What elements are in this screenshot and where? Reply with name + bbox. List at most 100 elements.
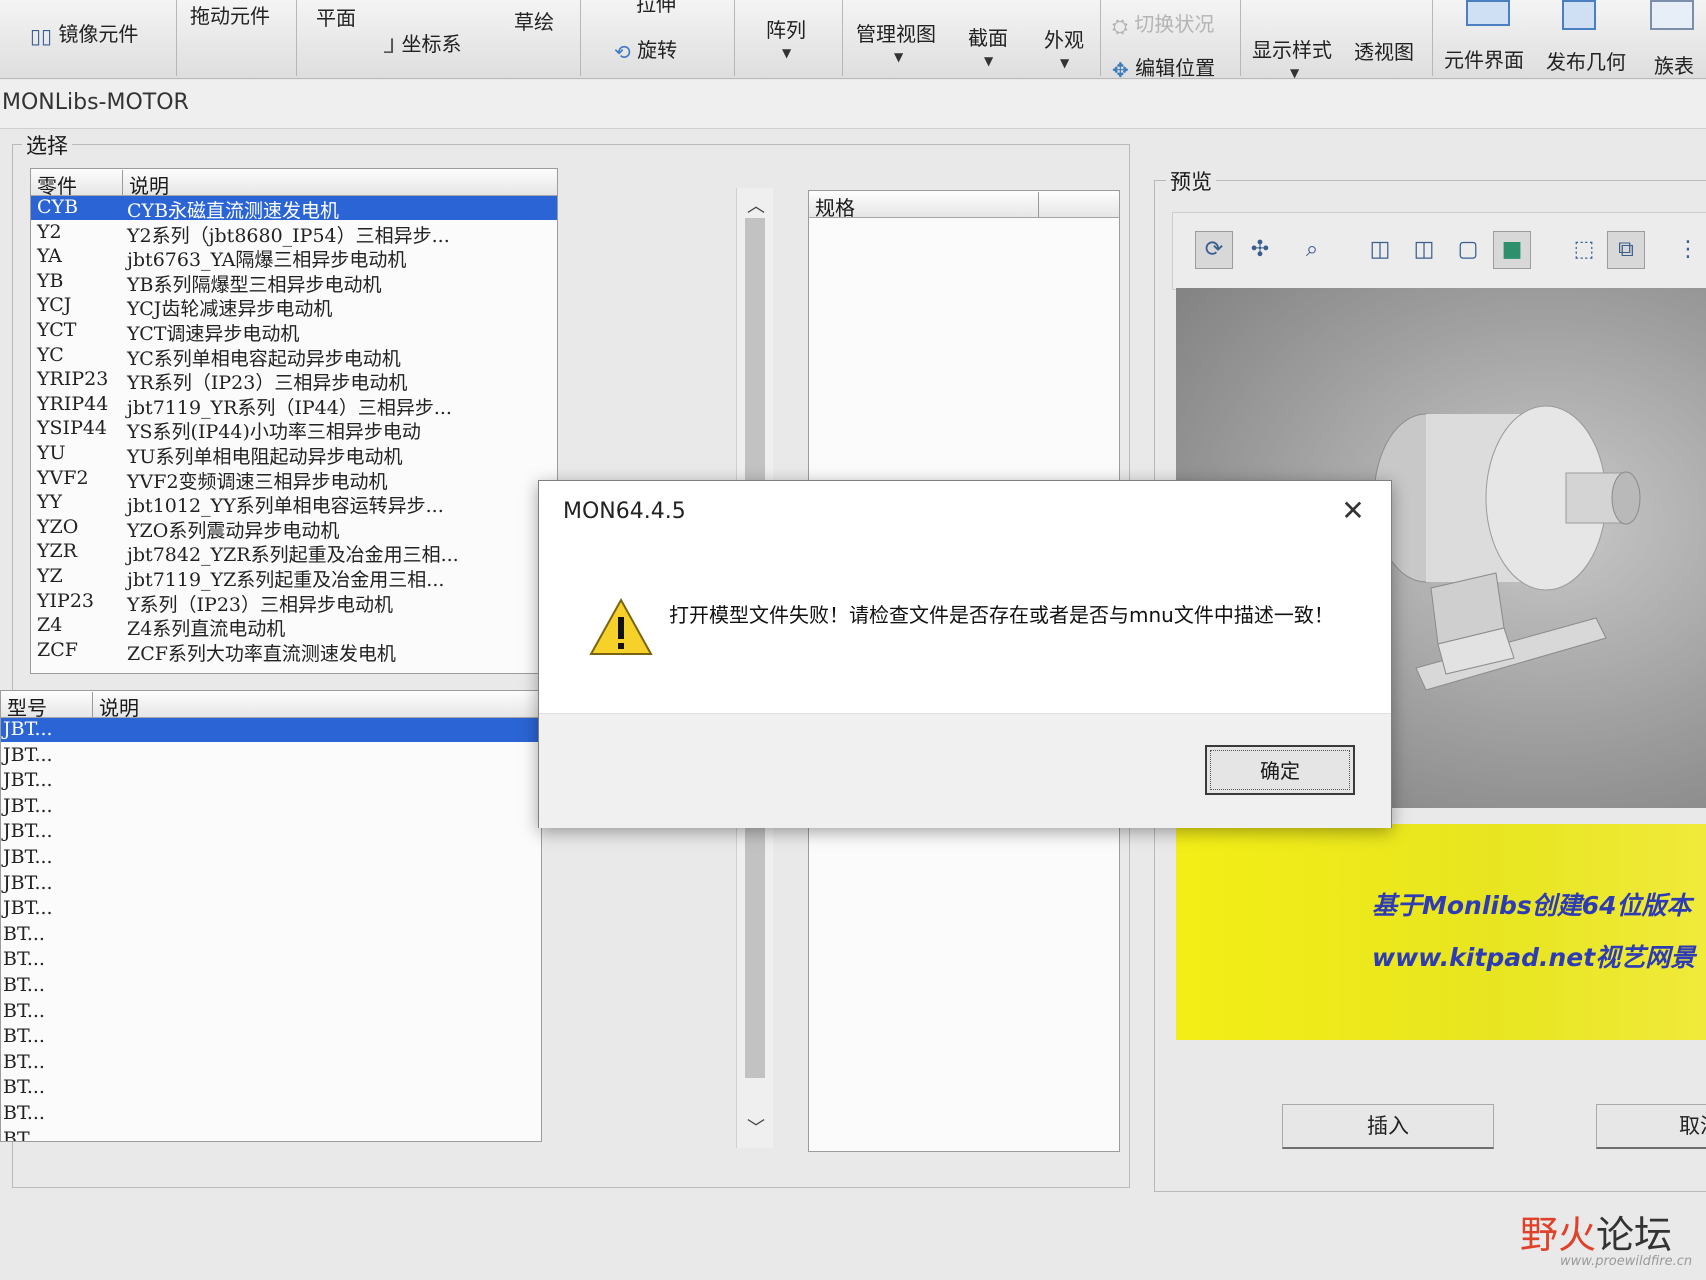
banner-line-1: 基于Monlibs创建64位版本 xyxy=(1372,891,1692,920)
manage-views-button[interactable]: 管理视图 xyxy=(856,18,936,47)
sketch-button[interactable]: 草绘 xyxy=(514,6,554,35)
part-row[interactable]: YZR jbt7842_YZR系列起重及冶金用三相... xyxy=(31,540,557,566)
part-row[interactable]: YC YC系列单相电容起动异步电动机 xyxy=(31,344,557,370)
perspective-button[interactable]: 透视图 xyxy=(1354,36,1414,65)
revolve-button[interactable]: ⟲ 旋转 xyxy=(614,34,677,64)
pattern-dropdown-icon[interactable]: ▼ xyxy=(782,46,791,60)
part-row[interactable]: YZO YZO系列震动异步电动机 xyxy=(31,516,557,542)
plane-button[interactable]: 平面 xyxy=(316,2,356,31)
hidden-line-view-icon[interactable]: ◫ xyxy=(1405,231,1443,269)
zoom-window-icon[interactable]: ⌕ xyxy=(1293,231,1331,269)
mirror-element-button[interactable]: ▯▯ 镜像元件 xyxy=(30,18,138,48)
part-row[interactable]: YZ jbt7119_YZ系列起重及冶金用三相... xyxy=(31,565,557,591)
more-tools-icon[interactable]: ⋮ xyxy=(1669,231,1706,269)
ad-banner[interactable]: 基于Monlibs创建64位版本 www.kitpad.net视艺网景 xyxy=(1176,824,1706,1040)
models-list[interactable]: 型号 说明 JBT... JBT... JBT... JBT... JBT... JBT.… xyxy=(0,690,542,1142)
model-row[interactable]: BT... xyxy=(1,923,541,947)
column-header-description[interactable]: 说明 xyxy=(93,692,541,720)
part-row[interactable]: YY jbt1012_YY系列单相电容运转异步... xyxy=(31,491,557,518)
edit-position-button[interactable]: ✥ 编辑位置 xyxy=(1112,52,1215,82)
forum-logo-watermark: 野火论坛 xyxy=(1520,1204,1672,1259)
model-code: JBT... xyxy=(3,897,53,920)
model-row[interactable]: BT... xyxy=(1,1051,541,1075)
part-row[interactable]: YVF2 YVF2变频调速三相异步电动机 xyxy=(31,467,557,493)
select-group-label: 选择 xyxy=(22,130,72,160)
section-button[interactable]: 截面 xyxy=(968,22,1008,51)
part-row[interactable]: YB YB系列隔爆型三相异步电动机 xyxy=(31,270,557,296)
part-description: YC系列单相电容起动异步电动机 xyxy=(127,347,401,370)
part-row[interactable]: YRIP44 jbt7119_YR系列（IP44）三相异步... xyxy=(31,392,557,419)
refit-view-icon[interactable]: ⧉ xyxy=(1607,231,1645,269)
display-style-button[interactable]: 显示样式 xyxy=(1252,34,1332,63)
parts-list[interactable]: 零件 说明 CYB CYB永磁直流测速发电机 Y2 Y2系列（jbt8680_IP54… xyxy=(30,168,558,674)
drag-element-button[interactable]: 拖动元件 xyxy=(190,0,270,29)
column-header-part[interactable]: 零件 xyxy=(31,170,123,198)
part-row[interactable]: YRIP23 YR系列（IP23）三相异步电动机 xyxy=(31,368,557,394)
column-header-spec[interactable]: 规格 xyxy=(809,192,1039,220)
section-dropdown-icon[interactable]: ▼ xyxy=(984,54,993,68)
part-code: Y2 xyxy=(37,220,62,243)
column-header-model[interactable]: 型号 xyxy=(1,692,93,720)
extrude-button[interactable]: 拉伸 xyxy=(636,0,676,17)
shaded-view-icon[interactable]: ■ xyxy=(1493,231,1531,269)
part-row[interactable]: YCT YCT调速异步电动机 xyxy=(31,319,557,345)
publish-geometry-button[interactable]: 发布几何 xyxy=(1546,46,1626,75)
pattern-button[interactable]: 阵列 xyxy=(766,14,806,43)
model-code: JBT... xyxy=(3,871,53,894)
model-row[interactable]: JBT... xyxy=(1,769,541,793)
part-row[interactable]: Z4 Z4系列直流电动机 xyxy=(31,614,557,640)
part-description: YU系列单相电阻起动异步电动机 xyxy=(127,446,403,468)
appearance-button[interactable]: 外观 xyxy=(1044,24,1084,53)
model-row[interactable]: JBT... xyxy=(1,897,541,921)
switch-state-icon: ⛭ xyxy=(1112,13,1128,38)
model-row[interactable]: JBT... xyxy=(1,718,541,742)
coordinate-system-button[interactable]: ⅃ 坐标系 xyxy=(384,28,462,58)
model-row[interactable]: JBT... xyxy=(1,846,541,870)
standard-orientation-icon[interactable]: ⬚ xyxy=(1565,231,1603,269)
model-code: BT... xyxy=(3,1050,45,1073)
part-code: YZ xyxy=(37,565,63,587)
element-interface-button[interactable]: 元件界面 xyxy=(1444,44,1524,73)
part-code: YZR xyxy=(37,540,78,563)
manage-views-dropdown-icon[interactable]: ▼ xyxy=(894,50,903,64)
part-row[interactable]: YIP23 Y系列（IP23）三相异步电动机 xyxy=(31,590,557,616)
model-row[interactable]: BT... xyxy=(1,1128,541,1141)
scroll-up-icon[interactable]: ︿ xyxy=(747,192,765,218)
switch-state-button[interactable]: ⛭ 切换状况 xyxy=(1112,8,1214,38)
scroll-down-icon[interactable]: ﹀ xyxy=(747,1114,765,1140)
part-row[interactable]: YA jbt6763_YA隔爆三相异步电动机 xyxy=(31,245,557,271)
appearance-dropdown-icon[interactable]: ▼ xyxy=(1060,56,1069,70)
part-row[interactable]: CYB CYB永磁直流测速发电机 xyxy=(31,196,557,222)
part-code: YRIP44 xyxy=(37,392,109,415)
model-row[interactable]: BT... xyxy=(1,1076,541,1100)
part-row[interactable]: YU YU系列单相电阻起动异步电动机 xyxy=(31,442,557,468)
model-row[interactable]: JBT... xyxy=(1,872,541,896)
ok-button[interactable]: 确定 xyxy=(1205,745,1355,795)
model-row[interactable]: BT... xyxy=(1,948,541,972)
model-row[interactable]: BT... xyxy=(1,1000,541,1024)
model-row[interactable]: JBT... xyxy=(1,795,541,819)
family-table-button[interactable]: 族表 xyxy=(1654,50,1694,79)
cancel-button[interactable]: 取消 xyxy=(1596,1104,1706,1149)
column-header-description[interactable]: 说明 xyxy=(123,170,557,198)
insert-button[interactable]: 插入 xyxy=(1282,1104,1494,1149)
banner-line-2: www.kitpad.net视艺网景 xyxy=(1372,943,1696,972)
model-code: JBT... xyxy=(3,846,53,868)
display-style-dropdown-icon[interactable]: ▼ xyxy=(1290,66,1299,80)
model-code: BT... xyxy=(3,922,45,945)
no-hidden-view-icon[interactable]: ▢ xyxy=(1449,231,1487,269)
part-row[interactable]: ZCF ZCF系列大功率直流测速发电机 xyxy=(31,639,557,665)
model-row[interactable]: BT... xyxy=(1,1025,541,1049)
model-row[interactable]: BT... xyxy=(1,974,541,998)
close-icon[interactable]: ✕ xyxy=(1337,495,1369,527)
wireframe-view-icon[interactable]: ◫ xyxy=(1361,231,1399,269)
model-row[interactable]: JBT... xyxy=(1,744,541,768)
part-description: jbt1012_YY系列单相电容运转异步... xyxy=(127,495,444,518)
model-row[interactable]: BT... xyxy=(1,1102,541,1126)
rotate-view-icon[interactable]: ⟳ xyxy=(1195,231,1233,269)
part-row[interactable]: Y2 Y2系列（jbt8680_IP54）三相异步... xyxy=(31,220,557,247)
model-row[interactable]: JBT... xyxy=(1,820,541,844)
pan-view-icon[interactable]: ✣ xyxy=(1241,231,1279,269)
part-row[interactable]: YSIP44 YS系列(IP44)小功率三相异步电动 xyxy=(31,417,557,443)
part-row[interactable]: YCJ YCJ齿轮减速异步电动机 xyxy=(31,294,557,320)
